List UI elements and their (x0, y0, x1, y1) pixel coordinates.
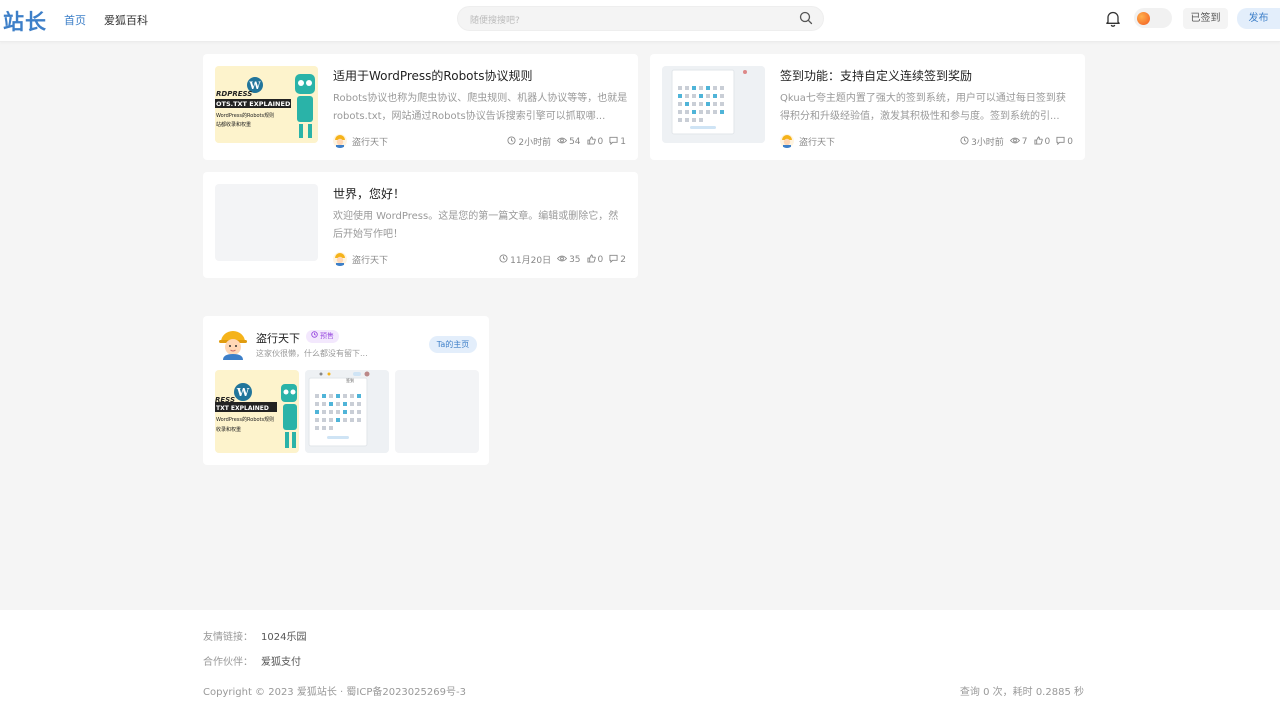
post-author[interactable]: 盗行天下 (333, 134, 388, 148)
search-icon[interactable] (799, 11, 813, 28)
site-logo[interactable]: 站长 (3, 6, 47, 36)
comment-icon[interactable] (1056, 136, 1065, 148)
thumb-text: TXT EXPLAINED (216, 405, 269, 412)
post-author-name: 盗行天下 (799, 137, 836, 148)
author-post-thumbnail[interactable]: 签到 (305, 370, 389, 453)
top-header: 站长 首页 爱狐百科 随便搜搜吧? 已签到 发布 (0, 0, 1280, 42)
nav-item-home[interactable]: 首页 (64, 12, 86, 28)
post-thumbnail[interactable] (662, 66, 765, 143)
nav-item-wiki[interactable]: 爱狐百科 (104, 12, 148, 28)
thumbs-up-icon[interactable] (586, 253, 596, 266)
post-time: 3小时前 (971, 138, 1004, 148)
avatar (780, 134, 794, 148)
post-meta: 盗行天下 3小时前 7 0 0 (780, 134, 1073, 148)
author-bio: 这家伙很懒，什么都没有留下... (256, 349, 368, 358)
post-card[interactable]: W RDPRESS OTS.TXT EXPLAINED WordPress的Ro… (203, 54, 638, 160)
clock-icon (960, 135, 969, 148)
thumbs-up-icon[interactable] (586, 135, 596, 148)
post-stats: 3小时前 7 0 0 (960, 135, 1073, 148)
post-excerpt: Robots协议也称为爬虫协议、爬虫规则、机器人协议等等，也就是robots.t… (333, 93, 628, 122)
post-views: 7 (1021, 136, 1028, 147)
author-name[interactable]: 盗行天下 (256, 330, 300, 346)
post-thumbnail-placeholder[interactable] (215, 184, 318, 261)
post-stats: 2小时前 54 0 1 (507, 135, 626, 148)
post-author-name: 盗行天下 (352, 255, 389, 266)
copyright: Copyright © 2023 爱狐站长 · 蜀ICP备2023025269号… (203, 687, 466, 698)
post-author[interactable]: 盗行天下 (333, 252, 388, 266)
comment-icon[interactable] (609, 136, 618, 148)
post-comments: 2 (620, 254, 626, 265)
post-author-name: 盗行天下 (352, 137, 389, 148)
theme-toggle[interactable] (1134, 8, 1172, 28)
search-input[interactable]: 随便搜搜吧? (457, 6, 824, 31)
post-thumbnail[interactable]: W RDPRESS OTS.TXT EXPLAINED WordPress的Ro… (215, 66, 318, 143)
thumb-text: RDPRESS (216, 90, 252, 98)
comment-icon[interactable] (609, 254, 618, 266)
clock-icon (499, 253, 508, 266)
main-nav: 首页 爱狐百科 (64, 12, 148, 28)
eye-icon (556, 136, 568, 148)
author-post-thumbnail-placeholder[interactable] (395, 370, 479, 453)
author-card: 盗行天下 预售 这家伙很懒，什么都没有留下... Ta的主页 W RESS TX… (203, 316, 489, 465)
badge-label: 预售 (320, 332, 334, 340)
post-card[interactable]: 签到功能：支持自定义连续签到奖励 Qkua七夸主题内置了强大的签到系统，用户可以… (650, 54, 1085, 160)
thumb-text: 收录和权重 (216, 426, 241, 433)
post-views: 54 (569, 136, 581, 147)
eye-icon (556, 254, 568, 266)
post-time: 2小时前 (518, 138, 552, 148)
post-likes: 0 (597, 136, 604, 147)
search-placeholder: 随便搜搜吧? (470, 16, 520, 26)
avatar (333, 252, 347, 266)
post-comments: 1 (620, 136, 626, 147)
signed-in-button[interactable]: 已签到 (1183, 8, 1228, 29)
clock-icon (507, 135, 516, 148)
thumb-text: WordPress的Robots规则 (216, 416, 274, 423)
friend-links: 友情链接： 1024乐园 (203, 628, 306, 643)
post-comments: 0 (1067, 136, 1073, 147)
site-footer: 友情链接： 1024乐园 合作伙伴： 爱狐支付 Copyright © 2023 爱… (0, 610, 1280, 704)
post-title[interactable]: 适用于WordPress的Robots协议规则 (333, 67, 532, 84)
partners-label: 合作伙伴： (203, 657, 253, 668)
thumbs-up-icon[interactable] (1033, 135, 1043, 148)
avatar (333, 134, 347, 148)
eye-icon (1009, 136, 1020, 148)
thumb-text: 签到 (346, 377, 354, 383)
author-homepage-button[interactable]: Ta的主页 (429, 336, 477, 353)
thumb-text: OTS.TXT EXPLAINED (216, 100, 291, 108)
post-views: 35 (569, 254, 581, 265)
publish-button[interactable]: 发布 (1237, 8, 1280, 29)
post-meta: 盗行天下 11月20日 35 0 2 (333, 252, 626, 266)
thumb-text: 站都收录和权重 (216, 121, 251, 128)
query-stats: 查询 0 次，耗时 0.2885 秒 (959, 687, 1084, 698)
post-title[interactable]: 世界，您好！ (333, 185, 405, 202)
post-title[interactable]: 签到功能：支持自定义连续签到奖励 (780, 67, 972, 84)
sun-icon (1137, 12, 1150, 25)
partners: 合作伙伴： 爱狐支付 (203, 653, 301, 668)
svg-text:W: W (236, 386, 250, 399)
thumb-text: WordPress的Robots规则 (216, 112, 274, 119)
post-excerpt: Qkua七夸主题内置了强大的签到系统，用户可以通过每日签到获得积分和升级经验值，… (780, 93, 1066, 122)
author-post-thumbnails: W RESS TXT EXPLAINED WordPress的Robots规则 … (215, 370, 479, 453)
clock-icon (311, 330, 318, 343)
post-card[interactable]: 世界，您好！ 欢迎使用 WordPress。这是您的第一篇文章。编辑或删除它，然… (203, 172, 638, 278)
friend-links-label: 友情链接： (203, 632, 253, 643)
author-avatar[interactable] (218, 328, 248, 360)
post-meta: 盗行天下 2小时前 54 0 1 (333, 134, 626, 148)
post-stats: 11月20日 35 0 2 (499, 253, 626, 266)
presale-badge: 预售 (306, 330, 339, 343)
bell-icon[interactable] (1105, 10, 1121, 30)
post-time: 11月20日 (510, 256, 552, 266)
friend-link[interactable]: 1024乐园 (261, 632, 306, 643)
partner-link[interactable]: 爱狐支付 (261, 657, 301, 668)
author-post-thumbnail[interactable]: W RESS TXT EXPLAINED WordPress的Robots规则 … (215, 370, 299, 453)
post-excerpt: 欢迎使用 WordPress。这是您的第一篇文章。编辑或删除它，然后开始写作吧！ (333, 211, 619, 240)
post-author[interactable]: 盗行天下 (780, 134, 835, 148)
post-likes: 0 (597, 254, 604, 265)
post-likes: 0 (1044, 136, 1051, 147)
